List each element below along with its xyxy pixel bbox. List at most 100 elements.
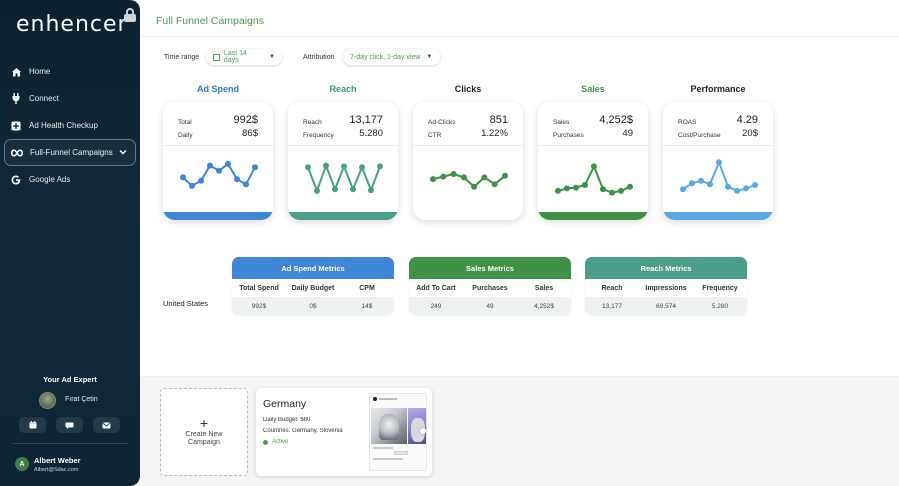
country-label: United States [163,299,209,308]
trend-point [198,177,204,184]
trend-point [216,167,222,174]
reach-trend-chart [305,162,383,194]
ad-preview[interactable] [369,393,427,471]
time-range-dropdown[interactable]: Last 14 days ▼ [206,49,282,65]
expert-title: Your Ad Expert [43,375,97,384]
clicks-card[interactable]: Ad-Clicks 851 CTR 1.22% [413,102,523,220]
chevron-down-icon[interactable] [119,147,127,157]
card-divider [663,145,773,146]
sales-metrics-table: Sales Metrics Add To Cart Purchases Sales 24… [409,257,571,315]
app-logo[interactable]: enhencer [16,12,128,37]
card-divider [538,145,648,146]
clicks-trend-chart [430,171,508,190]
trend-point [323,162,329,169]
sidebar-item-home[interactable]: Home [0,58,140,85]
trend-point [332,186,338,193]
sidebar-item-label: Home [29,67,51,76]
time-range-value: Last 14 days [223,50,247,64]
trend-point [234,176,240,183]
home-icon [10,66,22,78]
trend-point [591,163,597,170]
countries-label: Countries: [263,428,291,434]
performance-accent-bar [663,212,773,220]
metric-label: CTR [428,132,442,139]
campaigns-area [140,376,899,486]
plus-square-icon [10,120,22,132]
trend-point [555,187,561,194]
table-cell: 992$ [251,302,267,310]
sales-trend-chart [555,163,633,196]
mail-icon [102,422,111,428]
table-row: 992$ 0$ 14$ [232,297,394,315]
ad-spend-metrics-table: Ad Spend Metrics Total Spend Daily Budget C… [232,257,394,315]
header-divider [140,36,899,37]
campaign-card[interactable]: Germany Daily Budget: $80 Countries: Ger… [256,388,432,476]
calendar-icon [213,53,220,61]
table-cell: 14$ [361,302,373,310]
metric-row: Purchases 49 [553,125,633,139]
metric-row: ROAS 4.29 [678,112,758,126]
trend-point [752,182,758,188]
metric-row: Reach 13,177 [303,112,383,126]
sidebar-item-google-ads[interactable]: Google Ads [0,166,140,193]
sidebar-item-full-funnel-campaigns[interactable]: Full-Funnel Campaigns [4,139,136,166]
metric-value: 20$ [742,128,758,139]
sidebar-item-label: Google Ads [29,175,71,184]
trend-point [243,181,249,188]
trend-point [368,187,374,194]
status-text: Active [272,439,289,445]
mail-button[interactable] [93,417,120,433]
trend-point [689,180,695,187]
google-icon [10,174,22,186]
ad-text-placeholder [373,447,393,449]
metric-label: Purchases [553,132,584,139]
trend-point [707,181,713,188]
trend-point [491,181,498,188]
metric-row: Ad-Clicks 851 [428,112,508,126]
ad-cta-placeholder [394,451,408,455]
ad-spend-title: Ad Spend [197,84,239,94]
plug-icon [10,93,22,105]
ad-spend-card[interactable]: Total 992$ Daily 86$ [163,102,273,220]
column-header: Impressions [645,284,687,292]
trend-point [725,183,731,190]
trend-point [618,187,624,194]
table-cell: 5.280 [711,302,729,310]
table-cell: 249 [430,302,442,310]
performance-trend-chart [680,159,758,194]
user-avatar[interactable]: A [15,457,29,471]
sales-card[interactable]: Sales 4,252$ Purchases 49 [538,102,648,220]
create-campaign-button[interactable]: + Create New Campaign [160,388,248,476]
reach-card[interactable]: Reach 13,177 Frequency 5.280 [288,102,398,220]
attribution-dropdown[interactable]: 7-day click, 1-day view ▼ [343,49,440,65]
metric-label: Frequency [303,132,334,139]
card-divider [413,145,523,146]
table-header-row: Total Spend Daily Budget CPM [232,279,394,297]
attribution-label: Attribution [303,54,335,61]
lock-icon[interactable] [124,8,136,22]
plus-icon: + [199,415,209,431]
trend-point [609,189,615,196]
metric-value: 5.280 [359,128,383,139]
trend-point [680,186,686,193]
trend-point [207,162,213,169]
trend-point [502,172,508,179]
message-icon [65,422,74,429]
table-title: Sales Metrics [409,257,571,279]
trend-point [305,164,311,171]
card-divider [163,145,273,146]
trend-point [180,174,186,181]
sidebar-item-ad-health-checkup[interactable]: Ad Health Checkup [0,112,140,139]
calendar-button[interactable] [19,417,46,433]
message-button[interactable] [56,417,83,433]
performance-card[interactable]: ROAS 4.29 Cost/Purchase 20$ [663,102,773,220]
trend-point [743,185,749,192]
sidebar-item-connect[interactable]: Connect [0,85,140,112]
column-header: Total Spend [239,284,279,292]
column-header: Purchases [472,284,508,292]
table-cell: 4,252$ [534,302,554,310]
carousel-next-icon[interactable] [420,428,426,434]
column-header: Sales [534,284,554,292]
trend-point [225,160,231,167]
table-header-row: Add To Cart Purchases Sales [409,279,571,297]
